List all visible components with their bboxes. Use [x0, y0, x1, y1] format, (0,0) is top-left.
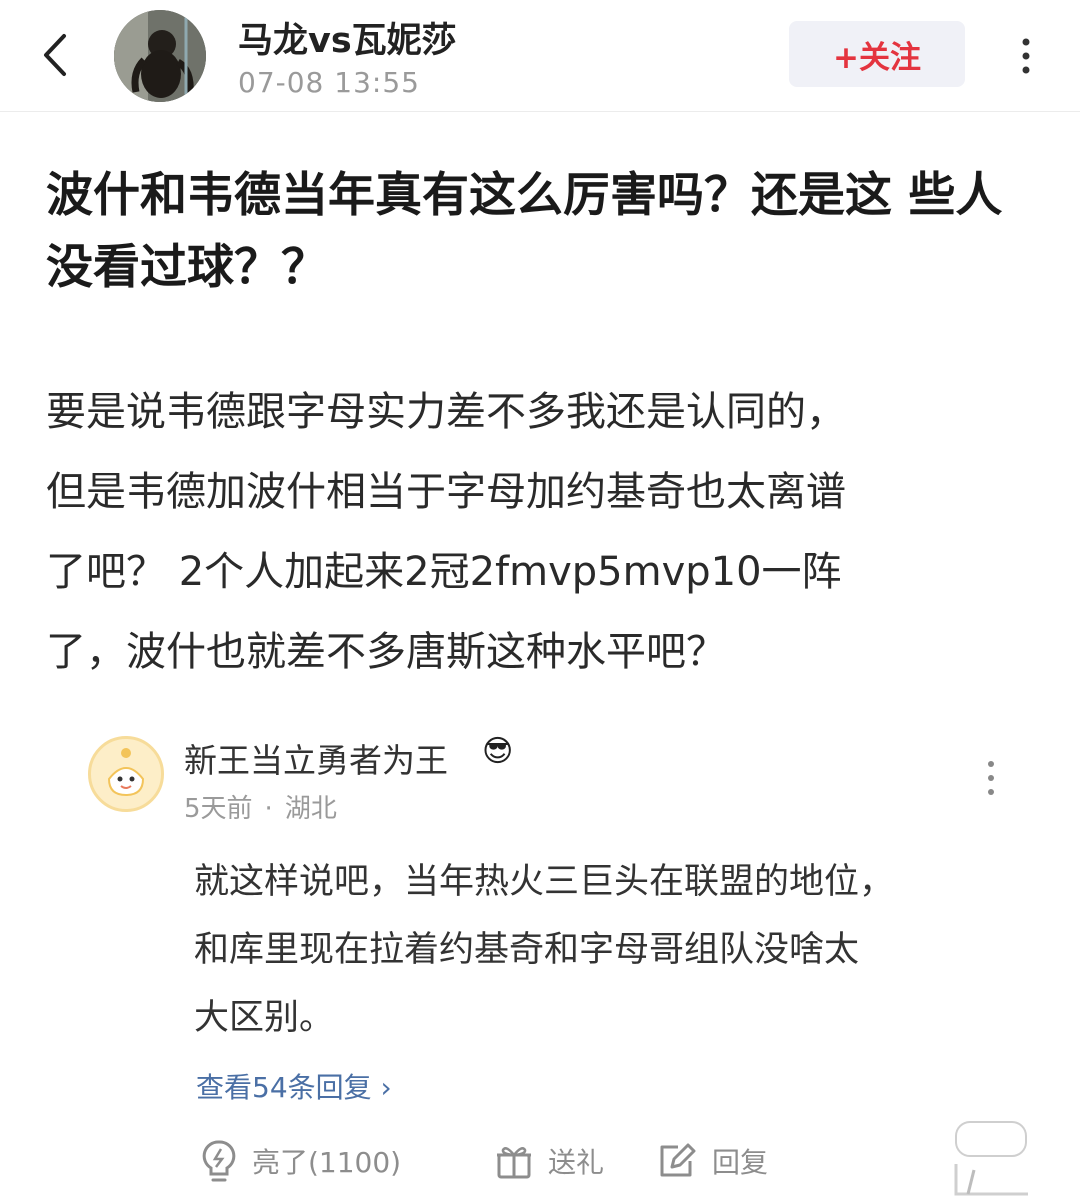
comment-text-line: 大区别。: [194, 998, 335, 1038]
comment-text-line: 和库里现在拉着约基奇和字母哥组队没啥太: [194, 930, 860, 970]
post-timestamp: 07-08 13:55: [238, 66, 420, 99]
chevron-left-icon[interactable]: [36, 30, 76, 80]
meta-separator: ·: [264, 794, 273, 824]
comment-text: 就这样说吧，当年热火三巨头在联盟的地位， 和库里现在拉着约基奇和字母哥组队没啥太…: [194, 848, 994, 1052]
gift-icon: [497, 1147, 531, 1179]
sunglasses-emoji-icon: 😎: [482, 734, 514, 769]
post-header: 马龙vs瓦妮莎 07-08 13:55 +关注: [0, 0, 1080, 112]
gift-button[interactable]: 送礼: [494, 1136, 604, 1186]
gift-label: 送礼: [548, 1146, 605, 1179]
view-replies-link[interactable]: 查看54条回复 ›: [196, 1066, 392, 1106]
like-count: 亮了(1100): [252, 1146, 402, 1179]
follow-button[interactable]: +关注: [789, 21, 965, 87]
reply-button[interactable]: 回复: [656, 1136, 768, 1186]
author-name[interactable]: 马龙vs瓦妮莎: [238, 12, 457, 63]
vertical-dots-icon[interactable]: [1016, 36, 1036, 76]
like-button[interactable]: 亮了(1100): [200, 1136, 401, 1186]
comment-location: 湖北: [284, 794, 337, 824]
post-body-line: 了，波什也就差不多唐斯这种水平吧？: [46, 629, 726, 675]
commenter-name[interactable]: 新王当立勇者为王: [184, 734, 448, 782]
post-body-line: 但是韦德加波什相当于字母加约基奇也太离谱: [46, 469, 846, 515]
edit-icon: [660, 1143, 696, 1177]
author-avatar[interactable]: [114, 10, 206, 102]
vertical-dots-icon[interactable]: [984, 758, 998, 798]
comment-meta: 5天前 · 湖北: [184, 788, 337, 825]
commenter-avatar[interactable]: [88, 736, 164, 812]
post-title-line: 波什和韦德当年真有这么厉害吗？还是这: [46, 168, 892, 223]
watermark-logo-icon: [954, 1121, 1028, 1196]
post-title: 波什和韦德当年真有这么厉害吗？还是这 些人没看过球？？: [46, 160, 1046, 304]
post-body-line: 要是说韦德跟字母实力差不多我还是认同的，: [46, 389, 846, 435]
reply-label: 回复: [712, 1146, 769, 1179]
comment-time: 5天前: [184, 794, 253, 824]
lightbulb-icon: [202, 1140, 236, 1182]
quoted-comment: 新王当立勇者为王 😎 5天前 · 湖北 就这样说吧，当年热火三巨头在联盟的地位， 和…: [42, 728, 1038, 1202]
post-body: 要是说韦德跟字母实力差不多我还是认同的， 但是韦德加波什相当于字母加约基奇也太离…: [46, 372, 1046, 692]
comment-text-line: 就这样说吧，当年热火三巨头在联盟的地位，: [194, 862, 895, 902]
post-body-line: 了吧？ 2个人加起来2冠2fmvp5mvp10一阵: [46, 549, 842, 595]
